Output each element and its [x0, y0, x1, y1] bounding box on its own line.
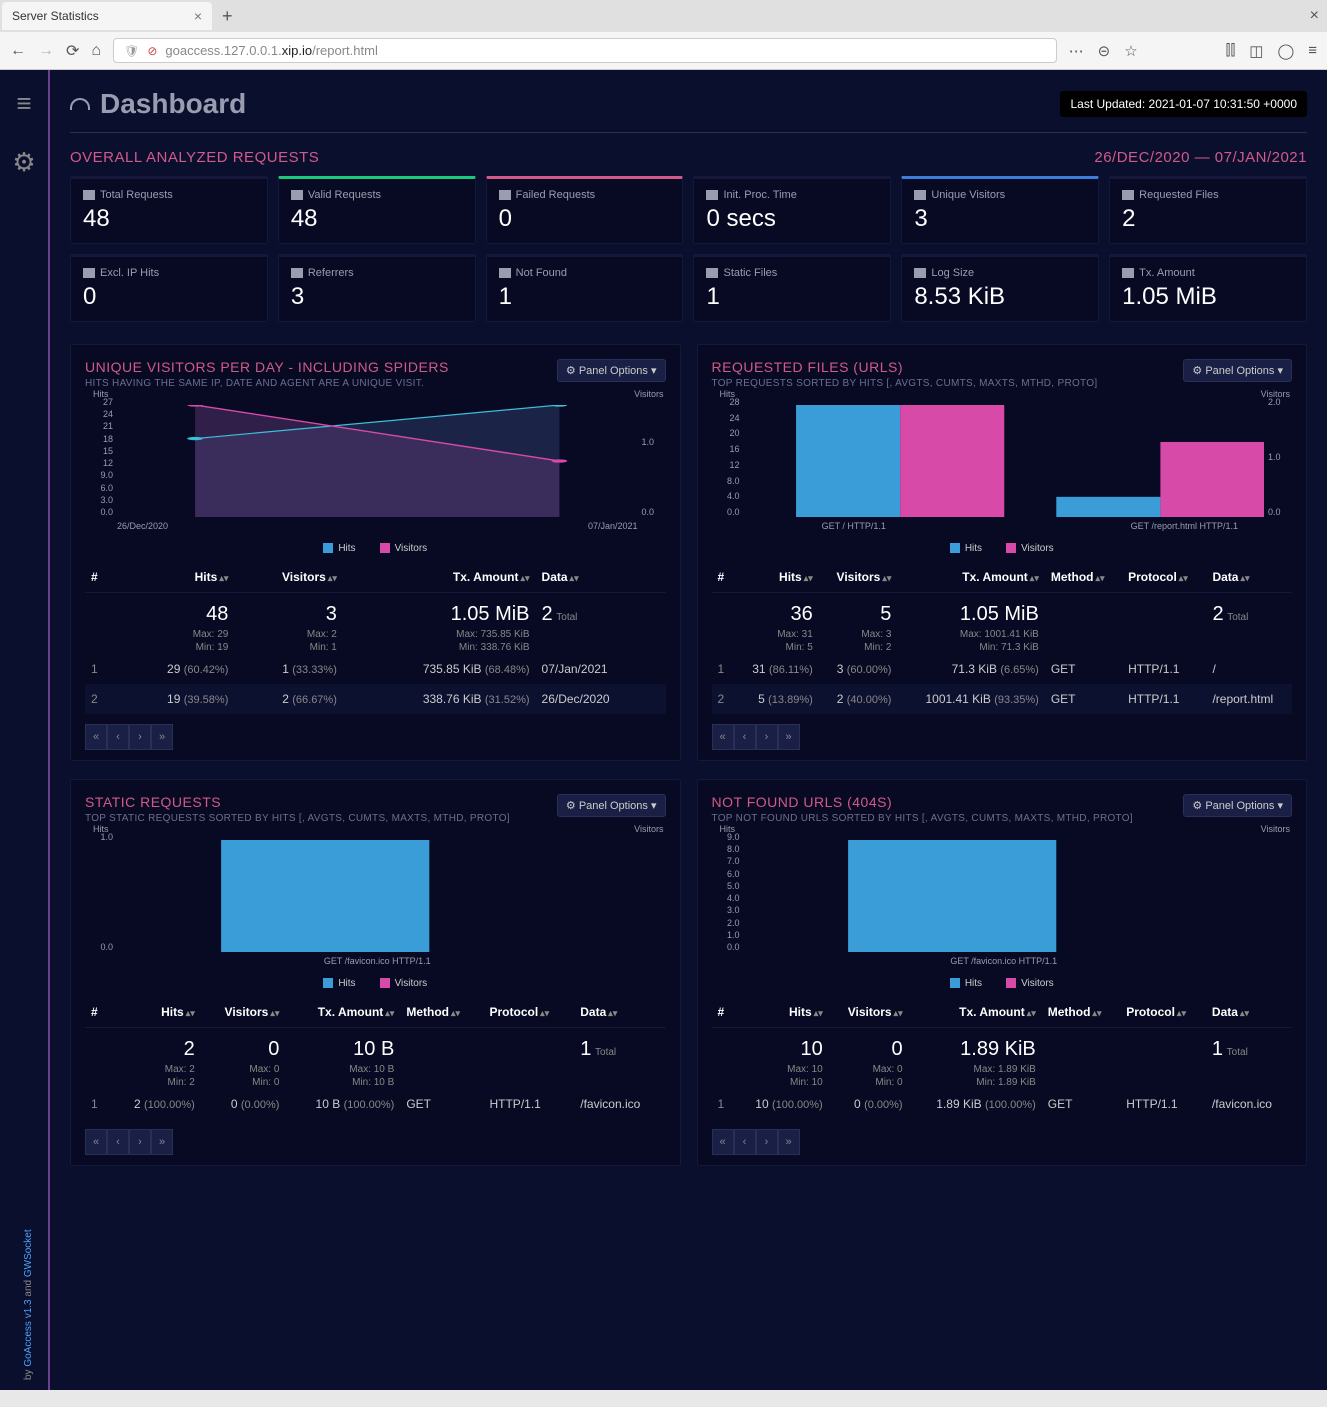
forward-button[interactable]: → [38, 42, 54, 60]
pager: «‹›» [85, 1129, 666, 1155]
visitors-table: #Hits▴▾Visitors▴▾Tx. Amount▴▾Data▴▾ 4831… [85, 562, 666, 714]
static-chart: HitsVisitors 1.00.0 GET /favicon.ico HTT… [87, 832, 664, 972]
page-last[interactable]: » [151, 724, 173, 750]
left-rail: ≡ ⚙ [0, 70, 50, 1390]
page-prev[interactable]: ‹ [734, 1129, 756, 1155]
page-first[interactable]: « [712, 724, 734, 750]
sidebar-icon[interactable]: ◫ [1249, 42, 1263, 60]
date-range: 26/DEC/2020 — 07/JAN/2021 [1094, 149, 1307, 166]
browser-close-icon[interactable]: × [1310, 7, 1319, 25]
browser-nav-bar: ← → ⟳ ⌂ 🛡 ⊘ goaccess.127.0.0.1.xip.io/re… [0, 32, 1327, 70]
stat-log-size: Log Size8.53 KiB [901, 254, 1099, 322]
page-next[interactable]: › [756, 724, 778, 750]
account-icon[interactable]: ◯ [1277, 42, 1294, 60]
page-last[interactable]: » [778, 1129, 800, 1155]
panel-files: REQUESTED FILES (URLS)TOP REQUESTS SORTE… [697, 344, 1308, 761]
overall-title: OVERALL ANALYZED REQUESTS [70, 149, 319, 166]
page-last[interactable]: » [778, 724, 800, 750]
stat-referrers: Referrers3 [278, 254, 476, 322]
panel-visitors: UNIQUE VISITORS PER DAY - INCLUDING SPID… [70, 344, 681, 761]
more-icon[interactable]: ⋯ [1069, 42, 1084, 60]
stat-not-found: Not Found1 [486, 254, 684, 322]
url-bar[interactable]: 🛡 ⊘ goaccess.127.0.0.1.xip.io/report.htm… [113, 38, 1057, 63]
stat-failed-requests: Failed Requests0 [486, 176, 684, 244]
panel-options-button[interactable]: ⚙ Panel Options ▾ [557, 359, 666, 382]
stat-total-requests: Total Requests48 [70, 176, 268, 244]
page-prev[interactable]: ‹ [107, 1129, 129, 1155]
page-next[interactable]: › [129, 1129, 151, 1155]
url-text: goaccess.127.0.0.1.xip.io/report.html [165, 43, 377, 58]
stat-valid-requests: Valid Requests48 [278, 176, 476, 244]
last-updated: Last Updated: 2021-01-07 10:31:50 +0000 [1060, 91, 1307, 117]
panel-options-button[interactable]: ⚙ Panel Options ▾ [1183, 359, 1292, 382]
panel-options-button[interactable]: ⚙ Panel Options ▾ [1183, 794, 1292, 817]
stat-init-proc: Init. Proc. Time0 secs [693, 176, 891, 244]
page-prev[interactable]: ‹ [734, 724, 756, 750]
stat-requested-files: Requested Files2 [1109, 176, 1307, 244]
goaccess-link[interactable]: GoAccess [23, 1321, 34, 1367]
panel-notfound: NOT FOUND URLS (404S)TOP NOT FOUND URLS … [697, 779, 1308, 1166]
files-table: #Hits▴▾Visitors▴▾Tx. Amount▴▾Method▴▾Pro… [712, 562, 1293, 714]
shield-icon[interactable]: 🛡 [124, 44, 139, 58]
page-next[interactable]: › [129, 724, 151, 750]
page-first[interactable]: « [85, 1129, 107, 1155]
back-button[interactable]: ← [10, 42, 26, 60]
notfound-chart: HitsVisitors 9.08.07.06.05.04.03.02.01.0… [714, 832, 1291, 972]
browser-tab-bar: Server Statistics × + × [0, 0, 1327, 32]
notfound-table: #Hits▴▾Visitors▴▾Tx. Amount▴▾Method▴▾Pro… [712, 997, 1293, 1119]
reload-button[interactable]: ⟳ [66, 41, 79, 61]
panel-static: STATIC REQUESTSTOP STATIC REQUESTS SORTE… [70, 779, 681, 1166]
pager: «‹›» [712, 1129, 1293, 1155]
page-first[interactable]: « [85, 724, 107, 750]
pager: «‹›» [712, 724, 1293, 750]
pager: «‹›» [85, 724, 666, 750]
files-chart: Hits Visitors 28242016128.04.00.0 2.01.0… [714, 397, 1291, 537]
page-prev[interactable]: ‹ [107, 724, 129, 750]
page-title: Dashboard [70, 88, 246, 120]
stat-static-files: Static Files1 [693, 254, 891, 322]
gauge-icon [70, 98, 90, 110]
panel-options-button[interactable]: ⚙ Panel Options ▾ [557, 794, 666, 817]
menu-icon[interactable]: ≡ [1308, 42, 1317, 59]
browser-tab[interactable]: Server Statistics × [2, 2, 212, 30]
bookmark-icon[interactable]: ☆ [1124, 42, 1137, 60]
page-next[interactable]: › [756, 1129, 778, 1155]
visitors-chart: Hits Visitors 2724211815129.06.03.00.0 1… [87, 397, 664, 537]
tracking-icon[interactable]: ⊘ [147, 44, 157, 58]
stats-grid: Total Requests48 Valid Requests48 Failed… [70, 176, 1307, 322]
static-table: #Hits▴▾Visitors▴▾Tx. Amount▴▾Method▴▾Pro… [85, 997, 666, 1119]
gear-icon[interactable]: ⚙ [12, 147, 35, 178]
reader-icon[interactable]: ⊝ [1098, 42, 1111, 60]
credits: by GoAccess v1.3 and GWSocket [23, 1229, 34, 1380]
new-tab-button[interactable]: + [222, 6, 233, 27]
page-last[interactable]: » [151, 1129, 173, 1155]
tab-title: Server Statistics [12, 9, 99, 23]
page-first[interactable]: « [712, 1129, 734, 1155]
gwsocket-link[interactable]: GWSocket [23, 1229, 34, 1277]
library-icon[interactable]: ⫿⫿ [1226, 42, 1236, 59]
stat-excl-ip: Excl. IP Hits0 [70, 254, 268, 322]
tab-close-icon[interactable]: × [194, 8, 202, 24]
stat-unique-visitors: Unique Visitors3 [901, 176, 1099, 244]
home-button[interactable]: ⌂ [91, 42, 101, 60]
stat-tx-amount: Tx. Amount1.05 MiB [1109, 254, 1307, 322]
hamburger-icon[interactable]: ≡ [16, 88, 31, 119]
